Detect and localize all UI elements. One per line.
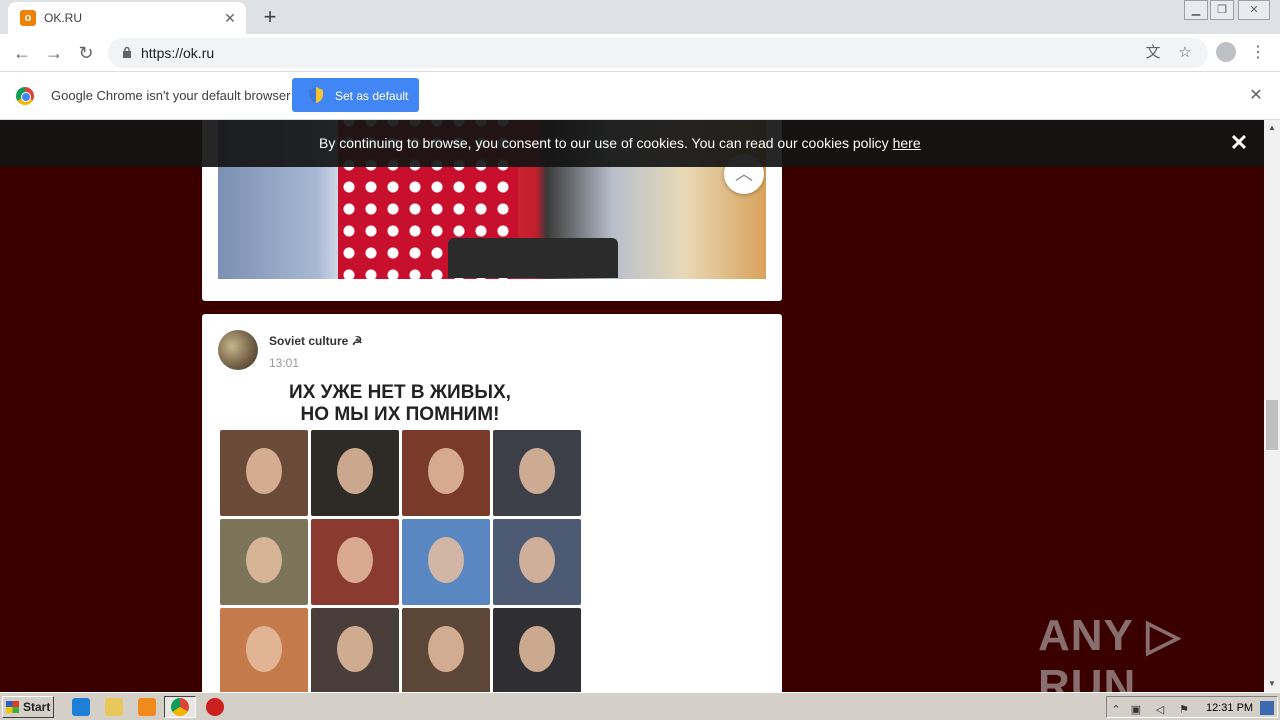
portrait-photo	[402, 519, 490, 605]
forward-icon[interactable]: →	[40, 39, 68, 67]
tab-close-icon[interactable]: ✕	[220, 8, 240, 28]
portrait-photo	[311, 519, 399, 605]
portrait-photo	[220, 608, 308, 692]
portrait-photo	[402, 608, 490, 692]
group-avatar[interactable]	[218, 330, 258, 370]
headline-line-2: НО МЫ ИХ ПОМНИМ!	[300, 404, 500, 425]
close-window-button[interactable]: ✕	[1238, 0, 1270, 20]
vertical-scrollbar[interactable]: ▲ ▼	[1264, 120, 1280, 692]
network-icon[interactable]: ▣	[1129, 703, 1143, 717]
action-center-flag-icon[interactable]: ⚑	[1177, 703, 1191, 717]
portrait-photo	[311, 430, 399, 516]
laptop-shape	[448, 238, 618, 278]
infobar-close-icon[interactable]: ✕	[1246, 86, 1266, 106]
reload-icon[interactable]: ↻	[72, 39, 100, 67]
media-player-icon[interactable]	[138, 698, 156, 716]
show-desktop-icon[interactable]	[1260, 701, 1274, 715]
post-card: Soviet culture ☭ 13:01 ИХ УЖЕ НЕТ В ЖИВЫ…	[202, 314, 782, 692]
portrait-photo	[493, 608, 581, 692]
scroll-down-arrow-icon[interactable]: ▼	[1264, 676, 1280, 692]
explorer-folder-icon[interactable]	[105, 698, 123, 716]
cookie-text: By continuing to browse, you consent to …	[319, 135, 893, 151]
page-content: ︿ By continuing to browse, you consent t…	[0, 120, 1264, 692]
cookie-consent-bar: By continuing to browse, you consent to …	[0, 120, 1264, 167]
default-browser-infobar: Google Chrome isn't your default browser…	[0, 72, 1280, 120]
chrome-icon	[171, 698, 189, 716]
cookie-close-icon[interactable]: ✕	[1228, 132, 1250, 154]
chrome-logo-icon	[16, 87, 34, 105]
clock[interactable]: 12:31 PM	[1206, 702, 1253, 714]
cookie-message: By continuing to browse, you consent to …	[319, 135, 921, 151]
set-as-default-label: Set as default	[335, 89, 409, 103]
headline-line-1: ИХ УЖЕ НЕТ В ЖИВЫХ,	[289, 382, 511, 403]
portrait-photo	[220, 519, 308, 605]
start-label: Start	[23, 700, 51, 714]
bookmark-star-icon[interactable]: ☆	[1174, 42, 1196, 64]
start-button[interactable]: Start	[2, 696, 54, 718]
profile-avatar-icon[interactable]	[1216, 42, 1236, 62]
windows-taskbar: Start ⌃ ▣ ◁ ⚑ 12:31 PM	[0, 692, 1280, 720]
volume-icon[interactable]: ◁	[1153, 703, 1167, 717]
tray-expand-icon[interactable]: ⌃	[1109, 703, 1123, 717]
opera-icon[interactable]	[206, 698, 224, 716]
minimize-button[interactable]: ▁	[1184, 0, 1208, 20]
translate-icon[interactable]: 文	[1142, 42, 1164, 64]
portrait-photo	[220, 430, 308, 516]
lock-icon	[123, 46, 131, 58]
chrome-taskbar-button[interactable]	[164, 696, 196, 718]
ok-favicon-icon: o	[20, 10, 36, 26]
address-bar[interactable]: https://ok.ru 文 ☆	[108, 38, 1208, 68]
tab-title: OK.RU	[44, 11, 83, 25]
infobar-message: Google Chrome isn't your default browser	[51, 88, 291, 103]
post-time: 13:01	[269, 356, 300, 370]
set-as-default-button[interactable]: Set as default	[292, 78, 419, 112]
portrait-photo	[311, 608, 399, 692]
post-author[interactable]: Soviet culture ☭	[269, 334, 362, 348]
anyrun-watermark: ANY ▷ RUN	[1038, 611, 1182, 692]
windows-logo-icon	[6, 701, 19, 713]
tab-strip: o OK.RU ✕ + ▁ ❐ ✕	[0, 0, 1280, 34]
portrait-photo	[402, 430, 490, 516]
portrait-photo	[493, 519, 581, 605]
portrait-grid[interactable]	[220, 430, 582, 692]
uac-shield-icon	[309, 87, 323, 103]
url-text: https://ok.ru	[141, 45, 215, 61]
browser-toolbar: ← → ↻ https://ok.ru 文 ☆ ⋮	[0, 34, 1280, 72]
scrollbar-thumb[interactable]	[1266, 400, 1278, 450]
cookie-policy-link[interactable]: here	[893, 135, 921, 151]
scroll-up-arrow-icon[interactable]: ▲	[1264, 120, 1280, 136]
post-image-headline: ИХ УЖЕ НЕТ В ЖИВЫХ, НО МЫ ИХ ПОМНИМ!	[220, 382, 580, 426]
chrome-menu-icon[interactable]: ⋮	[1248, 39, 1268, 67]
restore-button[interactable]: ❐	[1210, 0, 1234, 20]
internet-explorer-icon[interactable]	[72, 698, 90, 716]
portrait-photo	[493, 430, 581, 516]
tab-ok-ru[interactable]: o OK.RU ✕	[8, 2, 246, 34]
back-icon[interactable]: ←	[8, 39, 36, 67]
new-tab-button[interactable]: +	[258, 5, 282, 29]
